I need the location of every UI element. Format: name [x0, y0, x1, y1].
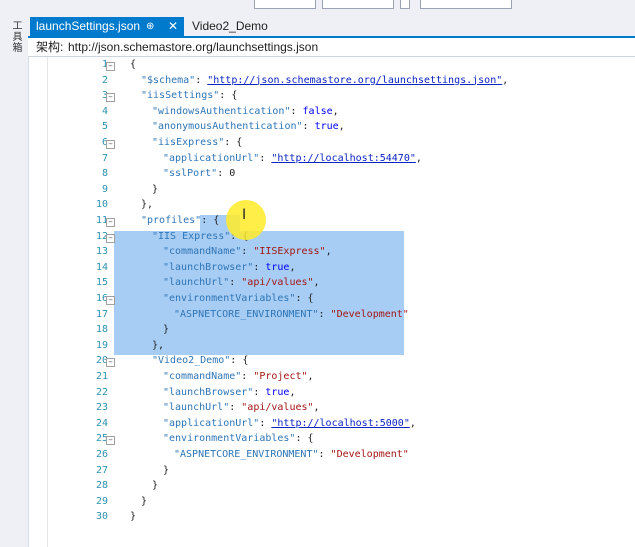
line-number: 11 [95, 215, 108, 226]
code-line[interactable]: "environmentVariables": { [163, 433, 314, 444]
line-number: 2 [101, 74, 108, 86]
schema-label: 架构: [36, 40, 64, 54]
line-number: 27 [95, 464, 108, 476]
document-tabs: launchSettings.json ⊕ ✕ Video2_Demo [28, 16, 635, 36]
line-number: 8 [101, 168, 108, 180]
line-number: 5 [101, 121, 108, 133]
line-number: 21 [95, 371, 108, 382]
fold-toggle-icon[interactable]: − [106, 62, 115, 71]
code-line[interactable]: "launchBrowser": true, [163, 262, 295, 273]
line-number: 12 [95, 230, 108, 242]
line-number: 25 [95, 433, 108, 445]
line-number: 23 [95, 402, 108, 414]
code-line[interactable]: "$schema": "http://json.schemastore.org/… [141, 75, 508, 86]
line-number: 20 [95, 355, 108, 367]
pin-icon[interactable]: ⊕ [146, 17, 154, 36]
schema-url[interactable]: http://json.schemastore.org/launchsettin… [68, 38, 318, 56]
code-line[interactable]: "environmentVariables": { [163, 293, 314, 304]
schema-bar: 架构: http://json.schemastore.org/launchse… [28, 38, 635, 57]
code-line[interactable]: "profiles": { [141, 215, 219, 226]
code-line[interactable]: "commandName": "Project", [163, 371, 314, 382]
dropdown-arrow-icon[interactable] [400, 0, 410, 9]
toolbar [0, 0, 635, 16]
line-number: 19 [95, 339, 108, 351]
line-number: 29 [95, 495, 108, 507]
platform-dropdown[interactable] [322, 0, 394, 9]
tab-label: Video2_Demo [192, 19, 268, 33]
fold-toggle-icon[interactable]: − [106, 140, 115, 149]
line-number: 28 [95, 480, 108, 492]
code-line[interactable]: } [163, 465, 169, 476]
line-number: 9 [101, 183, 108, 195]
code-line[interactable]: } [141, 496, 147, 507]
toolbox-label[interactable]: 工具箱 [8, 20, 23, 53]
code-line[interactable]: "commandName": "IISExpress", [163, 246, 332, 257]
code-line[interactable]: "windowsAuthentication": false, [152, 106, 339, 117]
code-line[interactable]: "Video2_Demo": { [152, 355, 248, 366]
line-number: 6 [101, 137, 108, 148]
line-number: 24 [95, 417, 108, 429]
tab-launchsettings[interactable]: launchSettings.json ⊕ ✕ [30, 17, 184, 36]
fold-toggle-icon[interactable]: − [106, 296, 115, 305]
code-line[interactable]: "launchUrl": "api/values", [163, 277, 320, 288]
code-line[interactable]: "ASPNETCORE_ENVIRONMENT": "Development" [174, 449, 409, 460]
code-line[interactable]: } [152, 184, 158, 195]
line-number: 17 [95, 308, 108, 320]
code-line[interactable]: "sslPort": 0 [163, 168, 235, 179]
fold-toggle-icon[interactable]: − [106, 233, 115, 243]
code-line[interactable]: }, [141, 199, 153, 210]
code-line[interactable]: "launchUrl": "api/values", [163, 402, 320, 413]
tab-label: launchSettings.json [36, 19, 141, 33]
config-dropdown[interactable] [254, 0, 316, 9]
code-line[interactable]: "applicationUrl": "http://localhost:5000… [163, 418, 416, 429]
code-line[interactable]: { [130, 59, 136, 70]
code-line[interactable]: "anonymousAuthentication": true, [152, 121, 345, 132]
tab-video2-demo[interactable]: Video2_Demo [186, 17, 276, 36]
fold-toggle-icon[interactable]: − [106, 436, 115, 446]
line-number: 1 [101, 59, 108, 70]
line-number: 30 [95, 511, 108, 523]
line-number: 3 [101, 90, 108, 102]
toolbox-strip[interactable]: 工具箱 [0, 16, 29, 547]
run-target-button[interactable] [420, 0, 512, 9]
code-line[interactable]: } [130, 511, 136, 522]
code-line[interactable]: } [163, 324, 169, 335]
code-line[interactable]: "applicationUrl": "http://localhost:5447… [163, 153, 422, 164]
fold-toggle-icon[interactable]: − [106, 218, 115, 227]
line-number: 14 [95, 261, 108, 273]
line-number: 10 [95, 199, 108, 211]
line-number: 22 [95, 386, 108, 398]
code-line[interactable]: }, [152, 340, 164, 351]
fold-toggle-icon[interactable]: − [106, 358, 115, 368]
line-number: 15 [95, 277, 108, 289]
code-editor[interactable]: 1 2 3 4 5 6 7 8 9 10 11 12 13 14 15 16 17 18 19 20 21 22 23 24 2… [28, 57, 635, 547]
code-line[interactable]: "iisSettings": { [141, 90, 237, 101]
line-number: 26 [95, 449, 108, 460]
line-number: 7 [101, 152, 108, 164]
line-number: 18 [95, 324, 108, 336]
line-number: 4 [101, 105, 108, 117]
line-number: 13 [95, 246, 108, 258]
text-cursor-icon: I [242, 207, 247, 223]
line-number: 16 [95, 293, 108, 304]
fold-toggle-icon[interactable]: − [106, 93, 115, 103]
code-line[interactable]: "iisExpress": { [152, 137, 242, 148]
code-line[interactable]: } [152, 480, 158, 491]
code-line[interactable]: "ASPNETCORE_ENVIRONMENT": "Development" [174, 309, 409, 320]
close-icon[interactable]: ✕ [168, 17, 178, 36]
code-line[interactable]: "launchBrowser": true, [163, 387, 295, 398]
